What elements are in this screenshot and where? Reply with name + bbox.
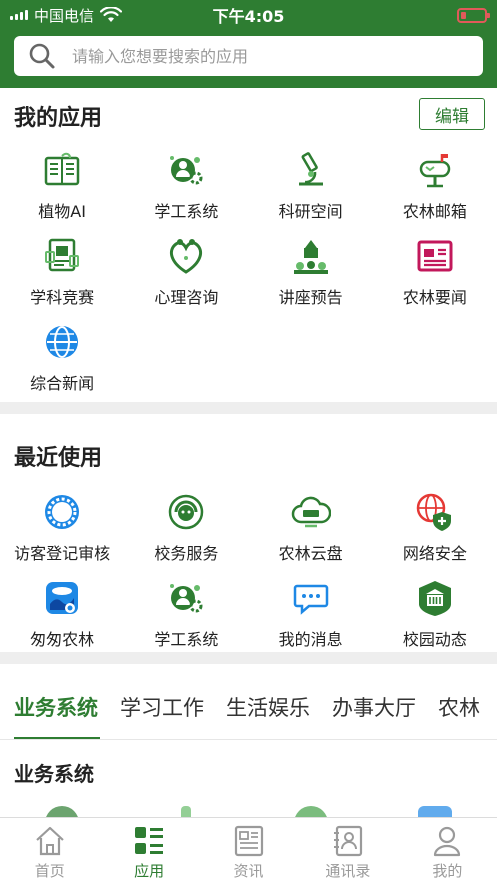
competition-icon — [45, 238, 80, 272]
contacts-icon — [333, 825, 363, 857]
battery-icon — [457, 8, 490, 23]
search-bar[interactable] — [14, 36, 483, 76]
plant-book-icon — [44, 152, 80, 186]
signal-icon — [10, 10, 28, 20]
app-network-security[interactable]: 网络安全 — [373, 486, 497, 572]
app-label: 农林云盘 — [278, 544, 343, 563]
app-student-system[interactable]: 学工系统 — [124, 144, 248, 230]
student-gear-icon — [170, 584, 203, 613]
carrier-name: 中国电信 — [34, 6, 95, 25]
mailbox-icon — [419, 154, 451, 188]
nav-label: 我的 — [432, 862, 463, 880]
app-mail[interactable]: 农林邮箱 — [373, 144, 497, 230]
visitor-flower-icon — [45, 495, 80, 529]
app-header: 中国电信 下午4:05 — [0, 0, 497, 88]
app-counseling[interactable]: 心理咨询 — [124, 230, 248, 316]
app-plant-ai[interactable]: 植物AI — [0, 144, 124, 230]
app-headline-news[interactable]: 农林要闻 — [373, 230, 497, 316]
tab-life-entertainment[interactable]: 生活娱乐 — [212, 680, 318, 739]
newspaper-icon — [417, 240, 453, 272]
recent-title: 最近使用 — [14, 446, 103, 471]
message-icon — [293, 584, 328, 615]
profile-icon — [434, 826, 461, 857]
photo-app-icon — [46, 582, 79, 614]
app-label: 植物AI — [38, 202, 86, 221]
campus-building-icon — [418, 581, 451, 616]
search-input[interactable] — [72, 46, 469, 66]
app-label: 学科竞赛 — [30, 288, 95, 307]
section-divider — [0, 402, 497, 414]
tab-service-hall[interactable]: 办事大厅 — [318, 680, 424, 739]
service-headset-icon — [169, 494, 204, 530]
app-congcong[interactable]: 匆匆农林 — [0, 572, 124, 658]
app-label: 讲座预告 — [278, 288, 343, 307]
home-icon — [35, 826, 64, 856]
nav-contacts[interactable]: 通讯录 — [298, 818, 397, 883]
tab-nonglin[interactable]: 农林 — [424, 680, 488, 739]
app-label: 校务服务 — [154, 544, 219, 563]
app-visitor-review[interactable]: 访客登记审核 — [0, 486, 124, 572]
nav-label: 通讯录 — [325, 862, 371, 880]
recent-apps-grid: 访客登记审核 校务服务 农林云盘 网络安全 匆匆农林 学工系统 我的消息 校园动… — [0, 486, 497, 658]
app-competition[interactable]: 学科竞赛 — [0, 230, 124, 316]
network-shield-icon — [416, 493, 451, 531]
partial-app-row — [0, 802, 497, 818]
cloud-drive-icon — [291, 496, 331, 528]
app-label: 心理咨询 — [154, 288, 219, 307]
nav-label: 应用 — [134, 862, 165, 880]
app-student-system-recent[interactable]: 学工系统 — [124, 572, 248, 658]
app-cloud-drive[interactable]: 农林云盘 — [249, 486, 373, 572]
nav-profile[interactable]: 我的 — [398, 818, 497, 883]
search-icon — [29, 43, 55, 69]
globe-icon — [46, 326, 79, 358]
tab-business-systems[interactable]: 业务系统 — [0, 680, 106, 739]
section-divider — [0, 652, 497, 664]
lecture-icon — [293, 240, 328, 274]
business-systems-heading: 业务系统 — [14, 762, 94, 786]
nav-news[interactable]: 资讯 — [199, 818, 298, 883]
nav-label: 资讯 — [233, 862, 264, 880]
app-label: 农林要闻 — [402, 288, 467, 307]
app-label: 校园动态 — [402, 630, 467, 649]
status-bar: 中国电信 下午4:05 — [0, 0, 497, 30]
wifi-icon — [100, 7, 123, 22]
app-research-space[interactable]: 科研空间 — [249, 144, 373, 230]
app-label: 农林邮箱 — [402, 202, 467, 221]
student-gear-icon — [170, 156, 203, 185]
app-general-news[interactable]: 综合新闻 — [0, 316, 124, 402]
bottom-nav: 首页 应用 资讯 通讯录 我的 — [0, 817, 497, 883]
nav-label: 首页 — [34, 862, 65, 880]
app-campus-service[interactable]: 校务服务 — [124, 486, 248, 572]
app-label: 匆匆农林 — [30, 630, 95, 649]
app-my-messages[interactable]: 我的消息 — [249, 572, 373, 658]
nav-apps[interactable]: 应用 — [99, 818, 198, 883]
my-apps-grid: 植物AI 学工系统 科研空间 农林邮箱 学科竞赛 心理咨询 讲座预告 农林要闻 … — [0, 144, 497, 402]
app-label: 我的消息 — [278, 630, 343, 649]
app-label: 访客登记审核 — [14, 544, 111, 563]
app-label: 学工系统 — [154, 630, 219, 649]
app-label: 科研空间 — [278, 202, 343, 221]
apps-icon — [135, 827, 164, 854]
tab-study-work[interactable]: 学习工作 — [106, 680, 212, 739]
microscope-icon — [298, 152, 323, 186]
app-lecture[interactable]: 讲座预告 — [249, 230, 373, 316]
category-tabs: 业务系统 学习工作 生活娱乐 办事大厅 农林 — [0, 680, 497, 740]
app-label: 综合新闻 — [30, 374, 95, 393]
heart-people-icon — [170, 239, 203, 274]
app-campus-news[interactable]: 校园动态 — [373, 572, 497, 658]
nav-home[interactable]: 首页 — [0, 818, 99, 883]
app-label: 网络安全 — [402, 544, 467, 563]
app-label: 学工系统 — [154, 202, 219, 221]
my-apps-title: 我的应用 — [14, 106, 103, 131]
edit-button[interactable]: 编辑 — [419, 98, 485, 130]
news-icon — [234, 825, 263, 857]
